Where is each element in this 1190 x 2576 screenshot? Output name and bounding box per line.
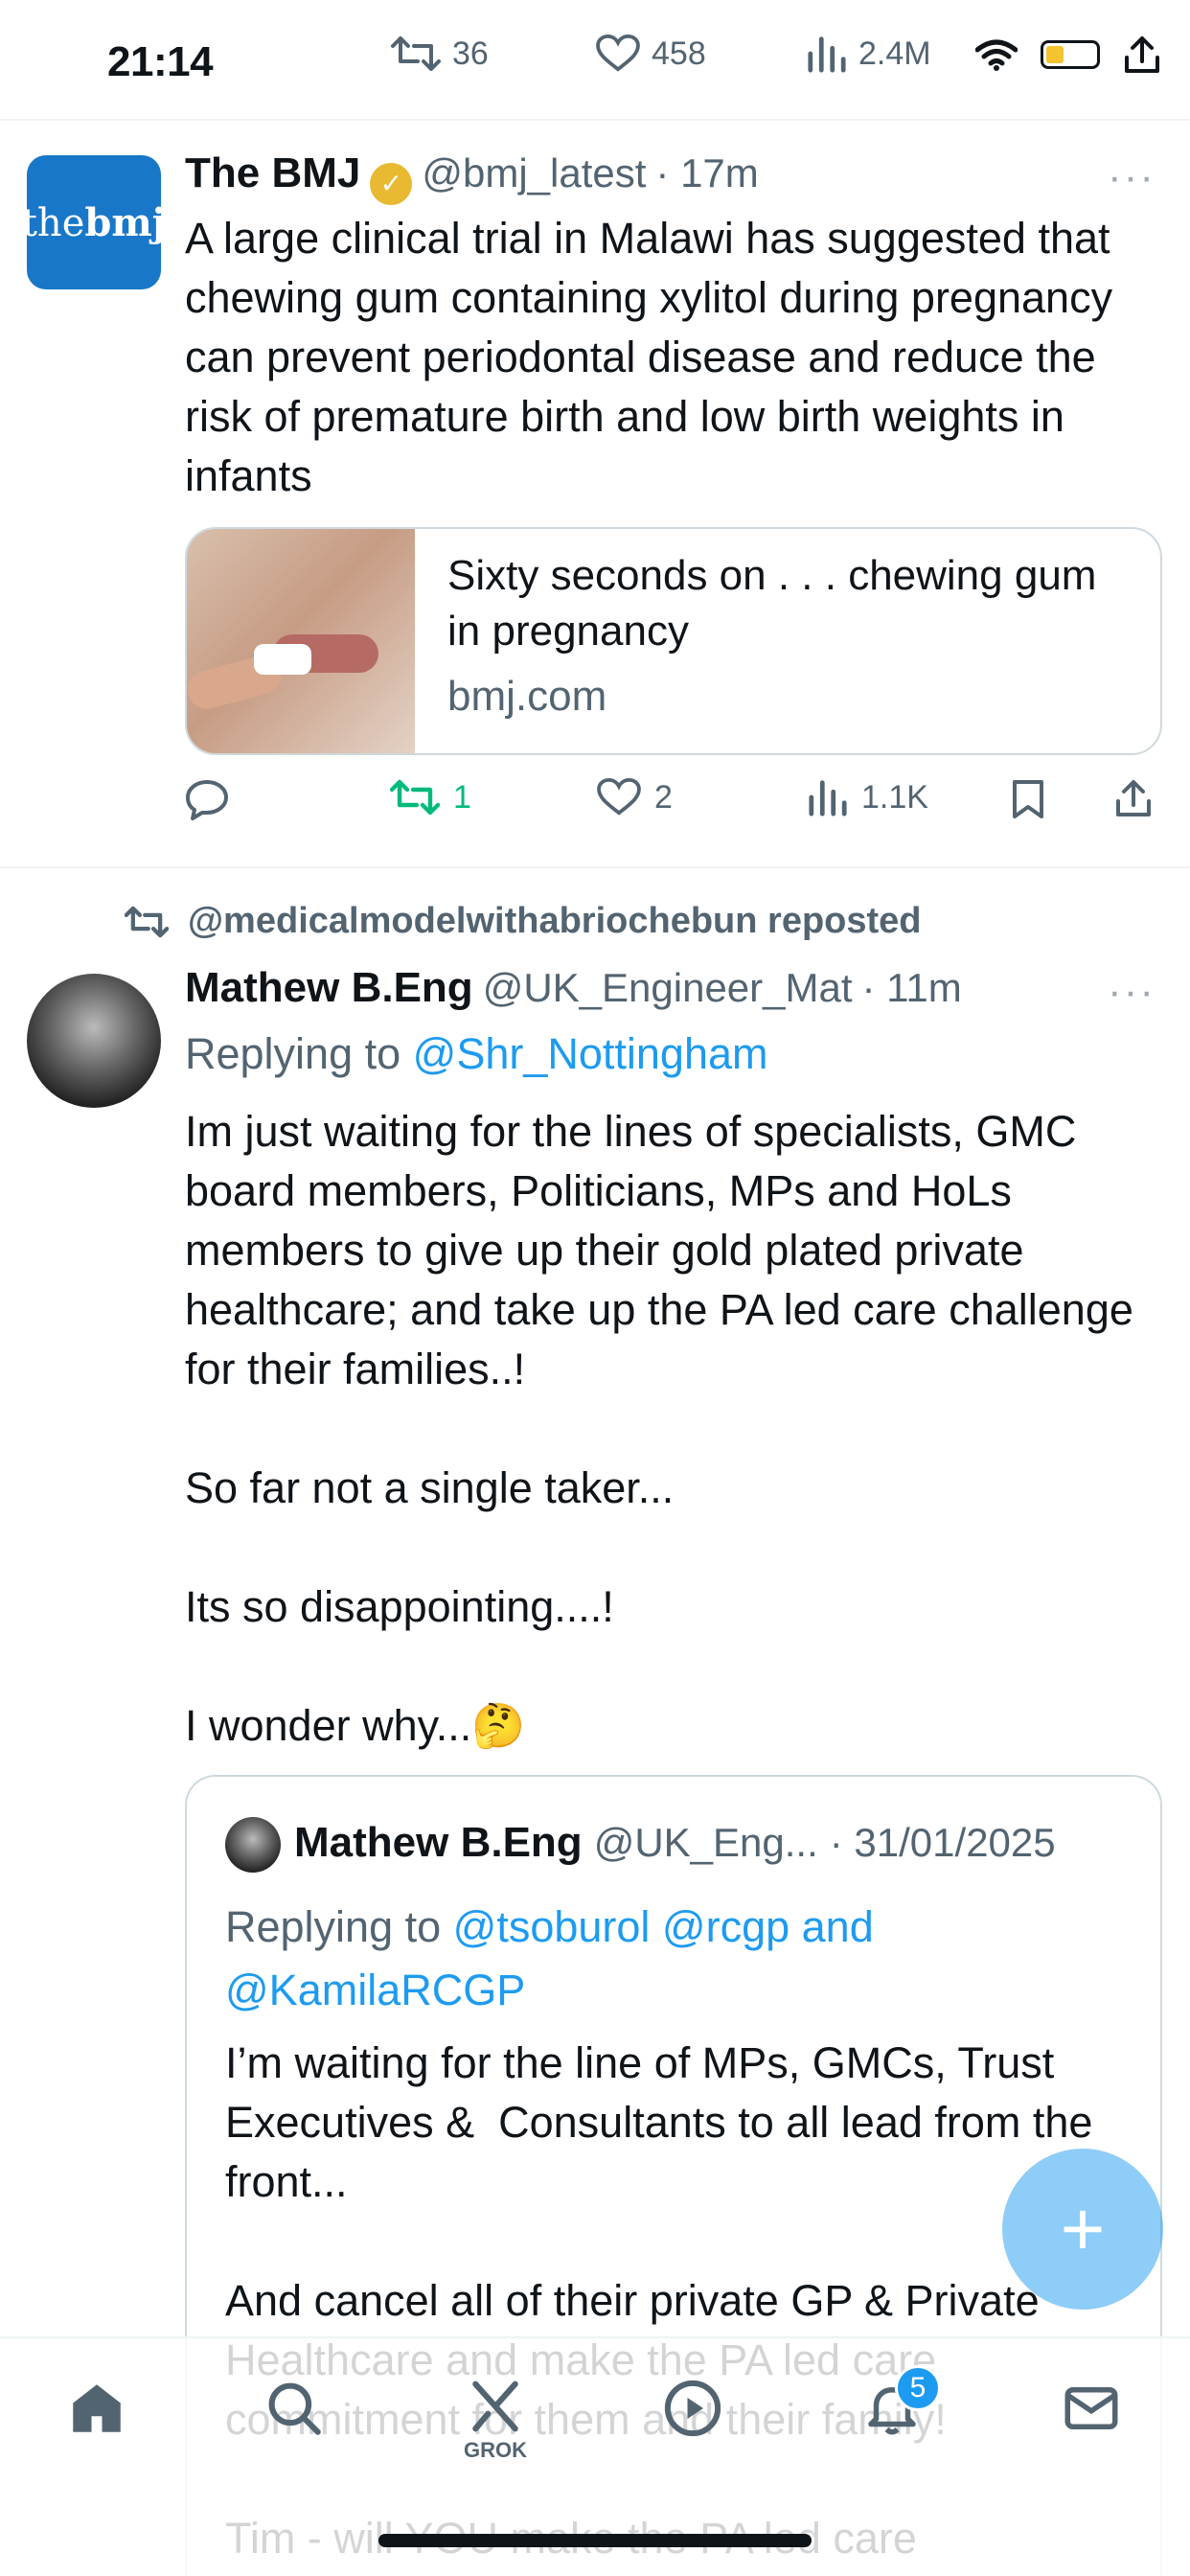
replying-to: Replying to @Shr_Nottingham — [185, 1029, 768, 1078]
battery-icon — [1041, 40, 1100, 69]
nav-search[interactable] — [251, 2377, 337, 2472]
tweet-time: · 11m — [861, 965, 962, 1010]
like-count: 2 — [654, 778, 673, 816]
status-bar: 21:14 36 458 2.4M — [0, 0, 1190, 119]
header-views-stat[interactable]: 2.4M — [807, 34, 931, 73]
retweet-count: 1 — [453, 778, 471, 816]
header-retweet-stat[interactable]: 36 — [391, 34, 489, 73]
nav-grok[interactable]: GROK — [452, 2377, 538, 2472]
system-status-icons — [975, 34, 1161, 75]
quote-reply-handles[interactable]: @tsoburol @rcgp and — [453, 1902, 874, 1951]
link-card[interactable]: Sixty seconds on . . . chewing gum in pr… — [185, 527, 1162, 755]
header-like-count: 458 — [652, 34, 706, 72]
quote-header: Mathew B.Eng @UK_Eng... · 31/01/2025 — [294, 1819, 1056, 1867]
quote-avatar — [225, 1817, 281, 1873]
tweet-text: Im just waiting for the lines of special… — [185, 1107, 1133, 1750]
header-divider — [0, 119, 1190, 121]
compose-button[interactable]: + — [1002, 2149, 1163, 2310]
avatar[interactable] — [27, 974, 161, 1108]
quote-replying-to: Replying to @tsoburol @rcgp and @KamilaR… — [225, 1902, 874, 2014]
home-indicator — [378, 2534, 812, 2547]
reply-handle-link[interactable]: @Shr_Nottingham — [413, 1029, 768, 1078]
header-retweet-count: 36 — [452, 34, 489, 72]
quote-author-handle: @UK_Eng... — [593, 1820, 818, 1865]
more-options-icon[interactable]: ··· — [1108, 153, 1156, 201]
plus-icon: + — [1060, 2186, 1106, 2271]
notifications-badge: 5 — [895, 2365, 941, 2411]
author-name[interactable]: Mathew B.Eng — [185, 964, 473, 1012]
tweet-actions: 1 2 1.1K — [185, 778, 1181, 836]
share-icon — [1116, 780, 1151, 816]
views-button[interactable]: 1.1K — [808, 778, 928, 816]
like-button[interactable]: 2 — [597, 778, 673, 816]
nav-video[interactable] — [650, 2377, 736, 2472]
nav-notifications[interactable]: 5 — [849, 2365, 941, 2472]
verified-badge-icon: ✓ — [370, 162, 413, 205]
tweet-divider — [0, 866, 1190, 868]
header-views-count: 2.4M — [858, 34, 931, 72]
views-icon — [809, 780, 847, 816]
mail-icon — [1064, 2387, 1118, 2429]
tweet-header: Mathew B.Eng @UK_Engineer_Mat · 11m — [185, 964, 962, 1012]
retweet-icon — [125, 906, 169, 937]
grok-icon — [472, 2380, 518, 2432]
wifi-icon — [975, 39, 1018, 71]
card-title: Sixty seconds on . . . chewing gum in pr… — [447, 552, 1097, 655]
home-icon — [73, 2384, 121, 2432]
author-name[interactable]: The BMJ — [185, 150, 360, 197]
tweet-text: A large clinical trial in Malawi has sug… — [185, 214, 1125, 500]
retweet-icon — [391, 36, 441, 71]
search-icon — [268, 2382, 321, 2435]
play-icon — [664, 2380, 721, 2437]
bmj-logo-text: thebmj — [27, 199, 161, 245]
retweet-icon — [390, 779, 440, 816]
nav-home[interactable] — [54, 2377, 140, 2472]
reply-icon — [186, 780, 228, 820]
reply-button[interactable] — [185, 778, 229, 820]
grok-label: GROK — [464, 2438, 527, 2462]
tweet-header: The BMJ ✓ @bmj_latest · 17m — [185, 150, 759, 205]
bookmark-button[interactable] — [1011, 778, 1045, 820]
card-thumbnail — [187, 529, 415, 753]
more-options-icon[interactable]: ··· — [1108, 968, 1156, 1016]
tweet-time: · 17m — [655, 150, 759, 196]
bookmark-icon — [1013, 780, 1043, 818]
quote-author-name: Mathew B.Eng — [294, 1819, 583, 1866]
quote-time: · 31/01/2025 — [829, 1820, 1056, 1865]
card-domain: bmj.com — [447, 673, 607, 720]
retweet-button[interactable]: 1 — [390, 778, 471, 816]
views-count: 1.1K — [861, 778, 928, 816]
nav-messages[interactable] — [1048, 2377, 1134, 2472]
avatar[interactable]: thebmj — [27, 155, 161, 289]
views-icon — [808, 36, 846, 73]
header-like-stat[interactable]: 458 — [596, 34, 706, 73]
heart-icon — [596, 34, 640, 72]
repost-label[interactable]: @medicalmodelwithabriochebun reposted — [125, 901, 922, 942]
share-icon[interactable] — [1123, 34, 1161, 75]
author-handle[interactable]: @bmj_latest — [422, 150, 646, 196]
quote-reply-handle-2[interactable]: @KamilaRCGP — [225, 1966, 525, 2014]
author-handle[interactable]: @UK_Engineer_Mat — [483, 965, 853, 1011]
repost-label-text: @medicalmodelwithabriochebun reposted — [188, 901, 922, 941]
heart-icon — [597, 778, 641, 816]
share-button[interactable] — [1114, 778, 1153, 818]
